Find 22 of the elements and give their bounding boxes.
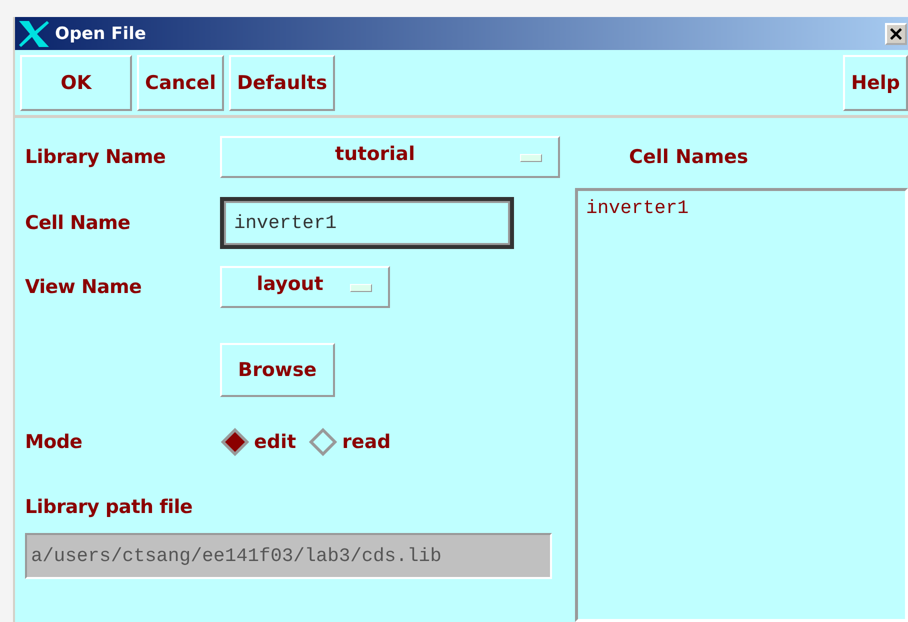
field-label: Library Name xyxy=(25,146,167,168)
help-button[interactable]: Help xyxy=(843,55,908,111)
library-path-field[interactable]: a/users/ctsang/ee141f03/lab3/cds.lib xyxy=(25,533,552,579)
mode-radio[interactable]: read xyxy=(308,427,391,457)
field-label: View Name xyxy=(25,276,143,298)
view-dropdown[interactable]: layout xyxy=(220,266,390,308)
list-item[interactable]: inverter1 xyxy=(586,197,897,219)
field-label: Library path file xyxy=(25,496,194,518)
library-dropdown[interactable]: tutorial xyxy=(220,136,560,178)
cell-name-field[interactable]: inverter1 xyxy=(220,197,514,249)
close-button[interactable] xyxy=(885,22,907,44)
field-label: Cell Name xyxy=(25,212,132,234)
browse-button[interactable]: Browse xyxy=(220,343,335,397)
toolbar-button[interactable]: Defaults xyxy=(228,55,336,111)
list-title: Cell Names xyxy=(629,146,750,170)
field-label: Mode xyxy=(25,431,84,453)
window-title: Open File xyxy=(55,24,147,44)
close-icon xyxy=(889,26,903,40)
x-logo-icon xyxy=(17,18,51,48)
mode-radio[interactable]: edit xyxy=(220,427,296,457)
toolbar-button[interactable]: OK xyxy=(20,55,132,111)
toolbar-button[interactable]: Cancel xyxy=(137,55,224,111)
